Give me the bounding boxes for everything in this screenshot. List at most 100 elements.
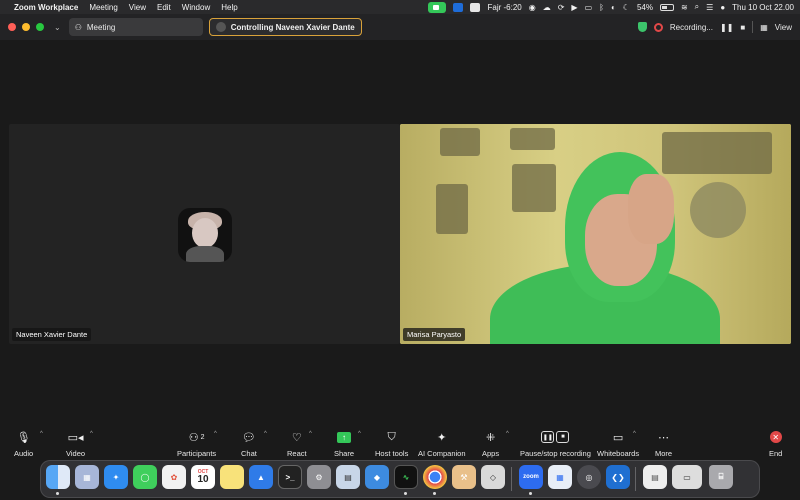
video-button[interactable]: ▭◂ Video bbox=[66, 430, 85, 459]
bluetooth-icon[interactable]: ᛒ bbox=[599, 3, 604, 12]
wifi-icon[interactable]: ≋ bbox=[681, 3, 688, 12]
wall-clock bbox=[690, 182, 746, 238]
stop-recording-icon[interactable]: ■ bbox=[740, 23, 745, 32]
video-options-caret[interactable]: ^ bbox=[90, 431, 93, 437]
vscode-icon[interactable]: ❮❯ bbox=[606, 465, 630, 489]
apps-options-caret[interactable]: ^ bbox=[506, 431, 509, 437]
end-label: End bbox=[769, 449, 783, 458]
wall-frame bbox=[440, 128, 480, 156]
trash-icon[interactable]: ⌸ bbox=[709, 465, 733, 489]
sync-icon[interactable]: ⟳ bbox=[558, 3, 565, 12]
launchpad-icon[interactable]: ▦ bbox=[75, 465, 99, 489]
control-center-icon[interactable]: ☰ bbox=[706, 3, 713, 12]
macos-menubar: Zoom Workplace Meeting View Edit Window … bbox=[0, 0, 800, 14]
focus-icon[interactable]: ◐ bbox=[611, 3, 616, 12]
chrome-icon[interactable] bbox=[423, 465, 447, 489]
datetime[interactable]: Thu 10 Oct 22.00 bbox=[732, 3, 794, 12]
battery-percent[interactable]: 54% bbox=[637, 3, 653, 12]
shield-icon: ⛉ bbox=[387, 430, 396, 443]
document-icon[interactable]: ▤ bbox=[643, 465, 667, 489]
zoom-app-icon[interactable] bbox=[453, 2, 464, 12]
pause-recording-icon[interactable]: ❚❚ bbox=[720, 23, 733, 32]
fullscreen-window-button[interactable] bbox=[36, 23, 44, 31]
avatar-body bbox=[186, 246, 224, 262]
shortcut-icon[interactable] bbox=[470, 2, 481, 12]
menu-app-name[interactable]: Zoom Workplace bbox=[14, 3, 78, 12]
participants-button[interactable]: ⚇ 2 Participants bbox=[177, 430, 216, 459]
preview-icon[interactable]: ▤ bbox=[336, 465, 360, 489]
safari-icon[interactable]: ✦ bbox=[104, 465, 128, 489]
menu-view[interactable]: View bbox=[129, 3, 146, 12]
menu-help[interactable]: Help bbox=[221, 3, 237, 12]
cube-icon[interactable]: ◆ bbox=[365, 465, 389, 489]
search-icon[interactable]: ⌕ bbox=[695, 2, 699, 12]
participants-options-caret[interactable]: ^ bbox=[214, 431, 217, 437]
photos-icon[interactable]: ✿ bbox=[162, 465, 186, 489]
audio-options-caret[interactable]: ^ bbox=[40, 431, 43, 437]
video-tile-right[interactable]: Marisa Paryasto bbox=[400, 124, 791, 344]
minimize-window-button[interactable] bbox=[22, 23, 30, 31]
screen: Zoom Workplace Meeting View Edit Window … bbox=[0, 0, 800, 500]
activity-monitor-icon[interactable]: ∿ bbox=[394, 465, 418, 489]
recording-icon bbox=[653, 22, 663, 32]
display-icon[interactable]: ▭ bbox=[585, 3, 593, 12]
calendar-icon[interactable]: OCT 10 bbox=[191, 465, 215, 489]
terminal-icon[interactable]: >_ bbox=[278, 465, 302, 489]
zoom-status-icon[interactable] bbox=[428, 1, 447, 13]
remote-control-label: Controlling Naveen Xavier Dante bbox=[230, 22, 355, 32]
wall-frame bbox=[510, 128, 555, 150]
audio-button[interactable]: 🎙︎ Audio bbox=[14, 430, 33, 459]
chat-button[interactable]: 💬︎ Chat bbox=[241, 430, 257, 459]
react-options-caret[interactable]: ^ bbox=[309, 431, 312, 437]
wall-frame bbox=[436, 184, 468, 234]
ai-companion-button[interactable]: ✦ AI Companion bbox=[418, 430, 466, 459]
siri-icon[interactable]: ● bbox=[720, 3, 725, 12]
react-button[interactable]: ♡ React bbox=[287, 430, 307, 459]
more-button[interactable]: ⋯ More bbox=[655, 430, 672, 459]
end-meeting-button[interactable]: ✕ End bbox=[769, 430, 782, 458]
pause-recording-label: Pause/stop recording bbox=[520, 449, 591, 458]
meeting-tab-label: Meeting bbox=[86, 22, 116, 32]
roblox-icon[interactable]: ◇ bbox=[481, 465, 505, 489]
share-button[interactable]: ↑ Share bbox=[334, 430, 354, 458]
chevron-down-icon[interactable]: ⌄ bbox=[54, 23, 61, 32]
microphone-icon: 🎙︎ bbox=[16, 431, 31, 444]
play-icon[interactable]: ▶ bbox=[571, 3, 577, 12]
stop-icon: ■ bbox=[556, 431, 570, 443]
window-icon[interactable]: ▭ bbox=[672, 465, 702, 489]
zoom-icon[interactable]: zoom bbox=[519, 465, 543, 489]
battery-icon[interactable] bbox=[659, 3, 674, 11]
chat-options-caret[interactable]: ^ bbox=[264, 431, 267, 437]
apps-button[interactable]: ⁜ Apps bbox=[482, 430, 499, 459]
system-settings-icon[interactable]: ⚙ bbox=[307, 465, 331, 489]
close-window-button[interactable] bbox=[8, 23, 16, 31]
messages-icon[interactable]: ◯ bbox=[133, 465, 157, 489]
vpn-icon[interactable]: ◉ bbox=[529, 3, 536, 12]
share-options-caret[interactable]: ^ bbox=[358, 431, 361, 437]
prayer-time[interactable]: Fajr -6:20 bbox=[487, 3, 521, 12]
video-tile-left[interactable]: Naveen Xavier Dante bbox=[9, 124, 400, 344]
remote-control-tab[interactable]: Controlling Naveen Xavier Dante bbox=[208, 18, 362, 36]
host-tools-button[interactable]: ⛉ Host tools bbox=[375, 430, 408, 459]
finder-files-icon[interactable]: ▦ bbox=[548, 465, 572, 489]
participant-name-tag: Naveen Xavier Dante bbox=[12, 328, 92, 341]
titlebar-right: Recording... ❚❚ ■ ▦ View bbox=[637, 21, 792, 33]
finder-icon[interactable] bbox=[46, 465, 70, 489]
keynote-icon[interactable]: ▲ bbox=[249, 465, 273, 489]
view-button[interactable]: View bbox=[775, 23, 792, 32]
menu-window[interactable]: Window bbox=[182, 3, 210, 12]
menu-meeting[interactable]: Meeting bbox=[89, 3, 117, 12]
menu-edit[interactable]: Edit bbox=[157, 3, 171, 12]
grid-view-icon[interactable]: ▦ bbox=[760, 23, 768, 32]
meeting-tab[interactable]: ⚇ Meeting bbox=[68, 18, 203, 36]
notes-icon[interactable] bbox=[220, 465, 244, 489]
moon-icon[interactable]: ☾ bbox=[623, 3, 630, 12]
xcode-icon[interactable]: ⚒ bbox=[452, 465, 476, 489]
cloud-icon[interactable]: ☁ bbox=[543, 3, 551, 12]
quicktime-icon[interactable]: ◎ bbox=[577, 465, 601, 489]
pause-stop-recording-button[interactable]: ❚❚ ■ Pause/stop recording bbox=[520, 430, 591, 458]
macos-dock: ▦ ✦ ◯ ✿ OCT 10 ▲ >_ ⚙ ▤ ◆ ∿ ⚒ ◇ zoom ▦ ◎… bbox=[40, 460, 760, 498]
whiteboards-options-caret[interactable]: ^ bbox=[633, 431, 636, 437]
shield-icon[interactable] bbox=[637, 22, 647, 32]
recording-status: Recording... bbox=[669, 22, 713, 32]
